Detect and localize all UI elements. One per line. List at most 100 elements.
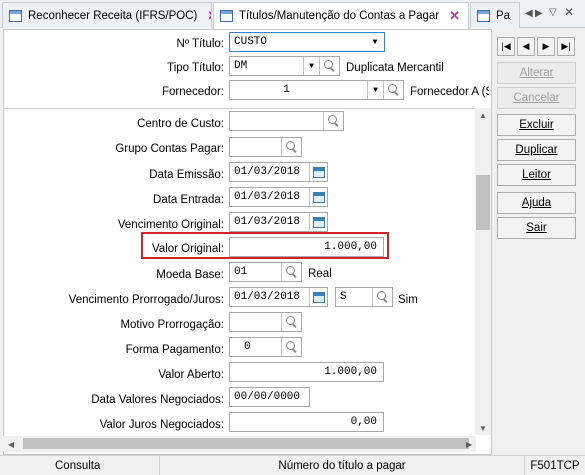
search-icon[interactable]	[281, 263, 301, 281]
tipo-titulo-label: Tipo Título:	[167, 62, 224, 74]
close-icon[interactable]: ✕	[207, 8, 211, 24]
prorrogado-flag-description: Sim	[398, 294, 418, 306]
calendar-icon[interactable]	[309, 188, 327, 206]
moeda-base-description: Real	[308, 268, 332, 280]
search-icon[interactable]	[281, 138, 301, 156]
calendar-icon[interactable]	[309, 288, 327, 306]
tab-reconhecer-receita[interactable]: Reconhecer Receita (IFRS/POC) ✕	[2, 2, 212, 28]
valor-aberto-field[interactable]: 1.000,00	[229, 362, 384, 382]
motivo-prorrogacao-field[interactable]	[229, 312, 302, 332]
moeda-base-field[interactable]: 01	[229, 262, 302, 282]
window-icon	[9, 9, 22, 22]
data-entrada-field[interactable]: 01/03/2018	[229, 187, 328, 207]
tab-label: Reconhecer Receita (IFRS/POC)	[28, 9, 198, 22]
search-icon[interactable]	[372, 288, 392, 306]
chevron-down-icon[interactable]: ▼	[367, 81, 383, 99]
sair-button[interactable]: Sair	[497, 217, 576, 239]
data-emissao-field[interactable]: 01/03/2018	[229, 162, 328, 182]
data-entrada-value: 01/03/2018	[234, 191, 301, 203]
tab-label: Títulos/Manutenção do Contas a Pagar	[239, 10, 440, 22]
scroll-right-icon[interactable]: ▶	[466, 440, 472, 449]
numero-titulo-value: CUSTO	[234, 36, 268, 48]
vencimento-prorrogado-value: 01/03/2018	[234, 291, 301, 303]
window-icon	[477, 9, 490, 22]
vencimento-original-label: Vencimento Original:	[117, 219, 224, 231]
tipo-titulo-value: DM	[234, 60, 248, 72]
vertical-scrollbar[interactable]	[475, 108, 491, 435]
calendar-icon[interactable]	[309, 213, 327, 231]
forma-pagamento-field[interactable]: 0	[229, 337, 302, 357]
centro-custo-field[interactable]	[229, 111, 344, 131]
window-icon	[220, 10, 233, 22]
vencimento-prorrogado-field[interactable]: 01/03/2018	[229, 287, 328, 307]
search-icon[interactable]	[323, 112, 343, 130]
data-valores-negociados-label: Data Valores Negociados:	[91, 394, 224, 406]
calendar-icon[interactable]	[309, 163, 327, 181]
data-emissao-value: 01/03/2018	[234, 166, 301, 178]
close-icon[interactable]: ✕	[449, 8, 460, 24]
moeda-base-label: Moeda Base:	[156, 269, 224, 281]
valor-aberto-label: Valor Aberto:	[158, 369, 224, 381]
tab-pa[interactable]: Pa	[470, 2, 520, 28]
tab-scroll-left-icon[interactable]: ◀	[525, 8, 533, 19]
horizontal-scroll-thumb[interactable]	[23, 438, 469, 449]
first-record-button[interactable]: |◀	[497, 37, 515, 56]
status-code: F501TCP	[530, 459, 580, 472]
search-icon[interactable]	[281, 313, 301, 331]
grupo-contas-label: Grupo Contas Pagar:	[115, 143, 224, 155]
scroll-up-icon[interactable]: ▲	[479, 111, 487, 120]
last-record-button[interactable]: ▶|	[557, 37, 575, 56]
close-window-icon[interactable]: ✕	[564, 5, 574, 19]
valor-juros-negociados-label: Valor Juros Negociados:	[99, 419, 224, 431]
tipo-titulo-description: Duplicata Mercantil	[346, 62, 444, 74]
vencimento-original-field[interactable]: 01/03/2018	[229, 212, 328, 232]
tab-bar: Reconhecer Receita (IFRS/POC) ✕ Títulos/…	[0, 0, 585, 29]
data-emissao-label: Data Emissão:	[149, 169, 224, 181]
alterar-button[interactable]: Alterar	[497, 62, 576, 84]
status-mode: Consulta	[0, 456, 160, 475]
tab-titulos-manutencao[interactable]: Títulos/Manutenção do Contas a Pagar ✕	[213, 2, 469, 29]
next-record-button[interactable]: ▶	[537, 37, 555, 56]
data-entrada-label: Data Entrada:	[153, 194, 224, 206]
forma-pagamento-label: Forma Pagamento:	[125, 344, 224, 356]
tab-scroll-right-icon[interactable]: ▶	[535, 8, 543, 19]
ajuda-button[interactable]: Ajuda	[497, 192, 576, 214]
fornecedor-label: Fornecedor:	[161, 86, 224, 98]
scroll-down-icon[interactable]: ▼	[479, 424, 487, 433]
cancelar-button[interactable]: Cancelar	[497, 87, 576, 109]
status-hint: Número do título a pagar	[160, 456, 525, 475]
prorrogado-flag-value: S	[340, 291, 347, 303]
vencimento-original-value: 01/03/2018	[234, 216, 301, 228]
header-separator	[3, 108, 475, 109]
numero-titulo-label: Nº Título:	[176, 38, 224, 50]
highlight-box	[141, 232, 389, 259]
tipo-titulo-field[interactable]: DM ▼	[229, 56, 340, 76]
centro-custo-label: Centro de Custo:	[137, 118, 224, 130]
chevron-down-icon[interactable]: ▼	[303, 57, 319, 75]
fornecedor-description: Fornecedor A (S	[410, 86, 489, 98]
fornecedor-value: 1	[283, 84, 290, 96]
search-icon[interactable]	[319, 57, 339, 75]
vencimento-prorrogado-label: Vencimento Prorrogado/Juros:	[68, 294, 224, 306]
duplicar-button[interactable]: Duplicar	[497, 139, 576, 161]
previous-record-button[interactable]: ◀	[517, 37, 535, 56]
fornecedor-field[interactable]: 1 ▼	[229, 80, 404, 100]
tab-label: Pa	[496, 9, 511, 22]
vertical-scroll-thumb[interactable]	[476, 175, 490, 230]
search-icon[interactable]	[281, 338, 301, 356]
valor-juros-negociados-value: 0,00	[350, 416, 377, 428]
valor-juros-negociados-field[interactable]: 0,00	[229, 412, 384, 432]
leitor-button[interactable]: Leitor	[497, 164, 576, 186]
grupo-contas-field[interactable]	[229, 137, 302, 157]
data-valores-negociados-field[interactable]: 00/00/0000	[229, 387, 310, 407]
numero-titulo-field[interactable]: CUSTO ▼	[229, 32, 385, 52]
motivo-prorrogacao-label: Motivo Prorrogação:	[120, 319, 224, 331]
scroll-left-icon[interactable]: ◀	[8, 440, 14, 449]
status-bar: Consulta Número do título a pagar F501TC…	[0, 455, 585, 475]
chevron-down-icon[interactable]: ▼	[366, 33, 384, 51]
prorrogado-flag-field[interactable]: S	[335, 287, 393, 307]
moeda-base-value: 01	[234, 266, 248, 278]
search-icon[interactable]	[383, 81, 403, 99]
excluir-button[interactable]: Excluir	[497, 114, 576, 136]
tab-list-dropdown-icon[interactable]: ▽	[549, 7, 557, 18]
